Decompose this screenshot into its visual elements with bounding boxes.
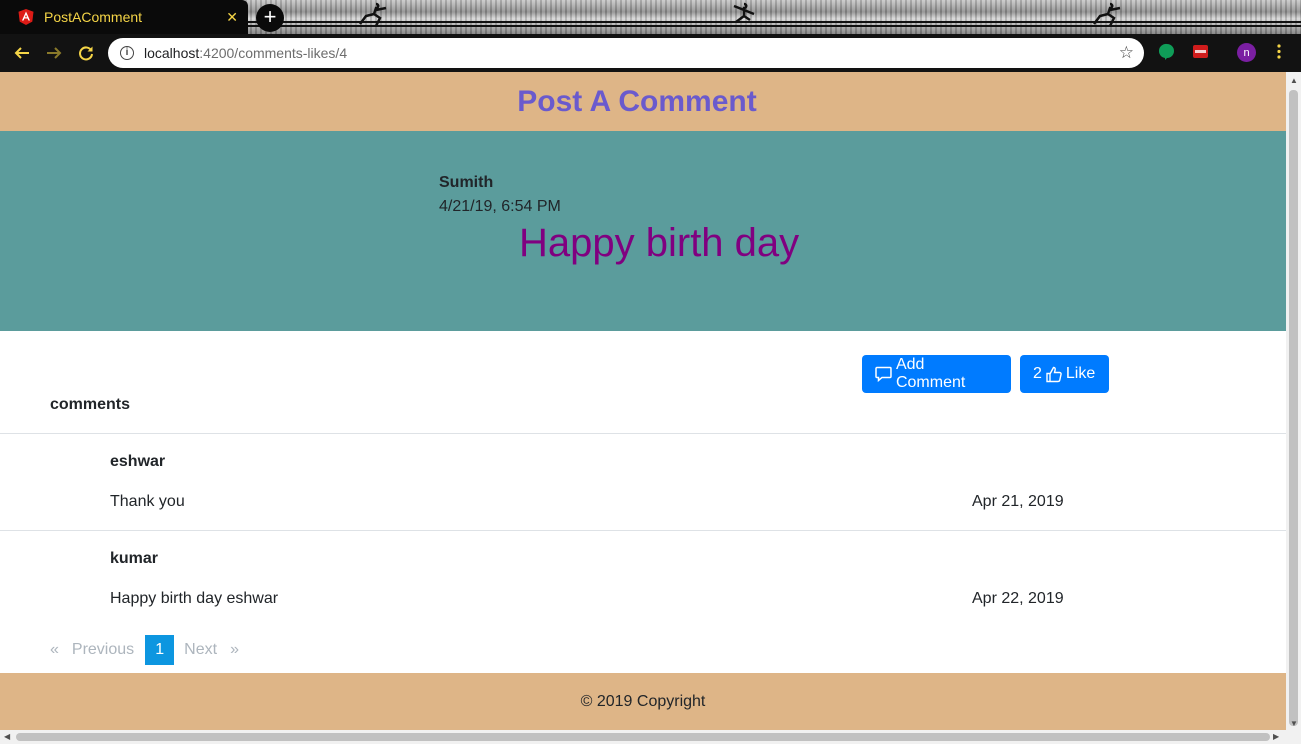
- comment-text: Happy birth day eshwar: [110, 590, 279, 607]
- thumbs-up-icon: [1046, 366, 1062, 382]
- comment-item: eshwar Thank you Apr 21, 2019: [0, 433, 1286, 530]
- comment-date: Apr 21, 2019: [972, 493, 1064, 510]
- svg-text:n: n: [1243, 47, 1249, 59]
- page-title: Post A Comment: [517, 84, 757, 118]
- vertical-scroll-thumb[interactable]: [1289, 90, 1298, 726]
- theme-figure-icon: [733, 2, 755, 23]
- comment-icon: [875, 366, 892, 382]
- close-tab-icon[interactable]: ✕: [226, 9, 238, 26]
- like-label: Like: [1065, 365, 1096, 382]
- post-date: 4/21/19, 6:54 PM: [439, 198, 561, 215]
- site-info-icon[interactable]: i: [120, 46, 134, 60]
- scroll-up-icon[interactable]: ▲: [1290, 76, 1298, 85]
- scroll-right-icon[interactable]: ▶: [1273, 732, 1279, 741]
- comment-text: Thank you: [110, 493, 185, 510]
- like-count: 2: [1033, 365, 1042, 382]
- tab-title: PostAComment: [44, 9, 143, 25]
- page-1-button[interactable]: 1: [145, 635, 175, 665]
- page-footer: © 2019 Copyright: [0, 673, 1286, 730]
- next-page-link[interactable]: Next: [184, 641, 217, 659]
- hangouts-extension-icon[interactable]: [1159, 43, 1175, 61]
- comment-author: eshwar: [110, 453, 166, 470]
- forward-arrow-icon: [47, 47, 62, 59]
- comments-heading: comments: [50, 396, 131, 413]
- profile-avatar-icon[interactable]: n: [1237, 43, 1256, 62]
- angular-icon: [18, 9, 34, 25]
- page-viewport: Post A Comment Sumith 4/21/19, 6:54 PM H…: [0, 72, 1286, 730]
- horizontal-scroll-thumb[interactable]: [16, 733, 1270, 741]
- tab-strip: PostAComment ✕ +: [0, 0, 1301, 34]
- theme-line: [248, 21, 1301, 23]
- forward-button[interactable]: [39, 38, 69, 68]
- like-button[interactable]: 2 Like: [1020, 355, 1109, 393]
- page-header: Post A Comment: [0, 72, 1286, 131]
- post-card: Sumith 4/21/19, 6:54 PM Happy birth day: [0, 131, 1286, 331]
- url-path: :4200/comments-likes/4: [199, 45, 348, 61]
- previous-page-link[interactable]: Previous: [72, 641, 134, 659]
- scroll-down-icon[interactable]: ▼: [1290, 719, 1298, 728]
- reload-button[interactable]: [71, 38, 101, 68]
- comment-date: Apr 22, 2019: [972, 590, 1064, 607]
- cors-extension-icon[interactable]: [1192, 43, 1209, 60]
- post-author: Sumith: [439, 174, 494, 191]
- scroll-left-icon[interactable]: ◀: [4, 732, 10, 741]
- back-arrow-icon: [14, 47, 29, 59]
- first-page-link[interactable]: «: [50, 641, 59, 659]
- browser-tab[interactable]: PostAComment ✕: [0, 0, 248, 34]
- address-bar[interactable]: i localhost:4200/comments-likes/4 ☆: [108, 38, 1144, 68]
- vertical-scrollbar[interactable]: ▲ ▼: [1286, 72, 1301, 730]
- url-host: localhost: [144, 45, 200, 61]
- theme-figure-icon: [1093, 2, 1121, 27]
- horizontal-scrollbar[interactable]: ◀ ▶: [0, 730, 1301, 744]
- reload-icon: [79, 46, 93, 61]
- add-comment-button[interactable]: Add Comment: [862, 355, 1011, 393]
- add-comment-label: Add Comment: [895, 356, 966, 391]
- new-tab-button[interactable]: +: [256, 4, 284, 32]
- comment-item: kumar Happy birth day eshwar Apr 22, 201…: [0, 530, 1286, 627]
- pagination: « Previous 1 Next »: [50, 635, 239, 665]
- browser-menu-icon[interactable]: [1275, 43, 1283, 60]
- post-message: Happy birth day: [519, 221, 800, 265]
- theme-figure-icon: [359, 2, 387, 27]
- theme-line: [248, 25, 1301, 27]
- back-button[interactable]: [7, 38, 37, 68]
- browser-toolbar: i localhost:4200/comments-likes/4 ☆: [0, 34, 1301, 72]
- comment-author: kumar: [110, 550, 159, 567]
- last-page-link[interactable]: »: [230, 641, 239, 659]
- url-text: localhost:4200/comments-likes/4: [144, 45, 347, 61]
- bookmark-star-icon[interactable]: ☆: [1119, 43, 1134, 63]
- copyright-text: © 2019 Copyright: [580, 692, 706, 710]
